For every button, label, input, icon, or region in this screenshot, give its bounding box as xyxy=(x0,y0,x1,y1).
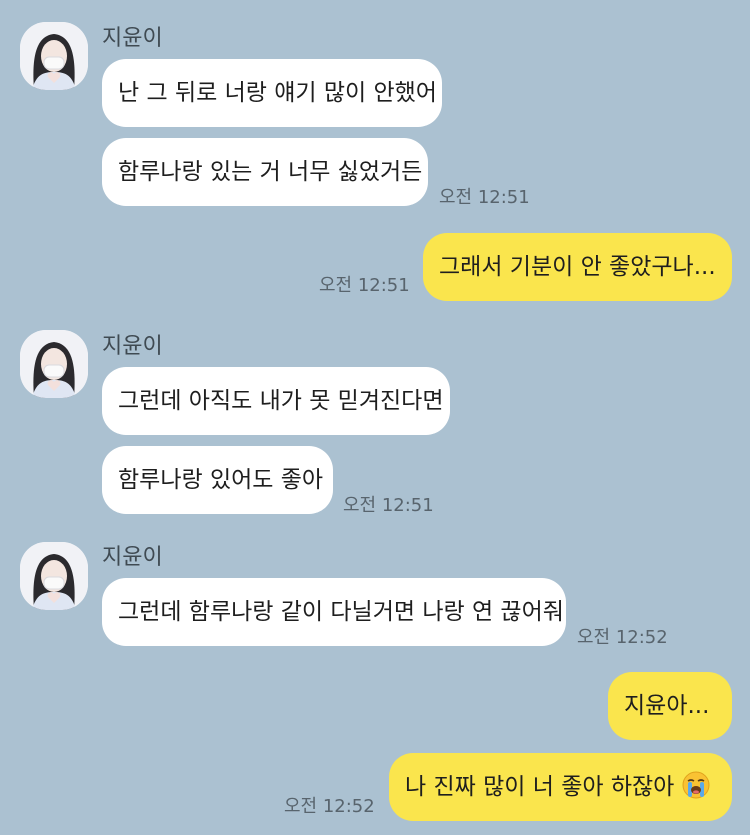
profile-avatar[interactable] xyxy=(20,22,88,90)
message-bubble[interactable]: 함루나랑 있어도 좋아 xyxy=(102,446,333,514)
sender-name: 지윤이 xyxy=(102,334,163,359)
message-timestamp: 오전 12:51 xyxy=(343,495,434,516)
message-timestamp: 오전 12:51 xyxy=(319,275,410,296)
profile-avatar[interactable] xyxy=(20,330,88,398)
message-bubble[interactable]: 그런데 아직도 내가 못 믿겨진다면 xyxy=(102,367,450,435)
message-timestamp: 오전 12:52 xyxy=(284,796,375,817)
sender-name: 지윤이 xyxy=(102,545,163,570)
message-bubble[interactable]: 함루나랑 있는 거 너무 싫었거든 xyxy=(102,138,428,206)
loudly-crying-face-emoji xyxy=(682,758,710,799)
message-bubble[interactable]: 그래서 기분이 안 좋았구나... xyxy=(423,233,732,301)
message-timestamp: 오전 12:52 xyxy=(577,627,668,648)
profile-avatar[interactable] xyxy=(20,542,88,610)
message-text: 나 진짜 많이 너 좋아 하잖아 xyxy=(405,774,675,800)
sender-name: 지윤이 xyxy=(102,26,163,51)
message-timestamp: 오전 12:51 xyxy=(439,187,530,208)
message-bubble[interactable]: 그런데 함루나랑 같이 다닐거면 나랑 연 끊어줘 xyxy=(102,578,566,646)
message-bubble[interactable]: 지윤아... xyxy=(608,672,732,740)
message-bubble[interactable]: 난 그 뒤로 너랑 얘기 많이 안했어 xyxy=(102,59,442,127)
message-bubble[interactable]: 나 진짜 많이 너 좋아 하잖아 xyxy=(389,753,732,821)
